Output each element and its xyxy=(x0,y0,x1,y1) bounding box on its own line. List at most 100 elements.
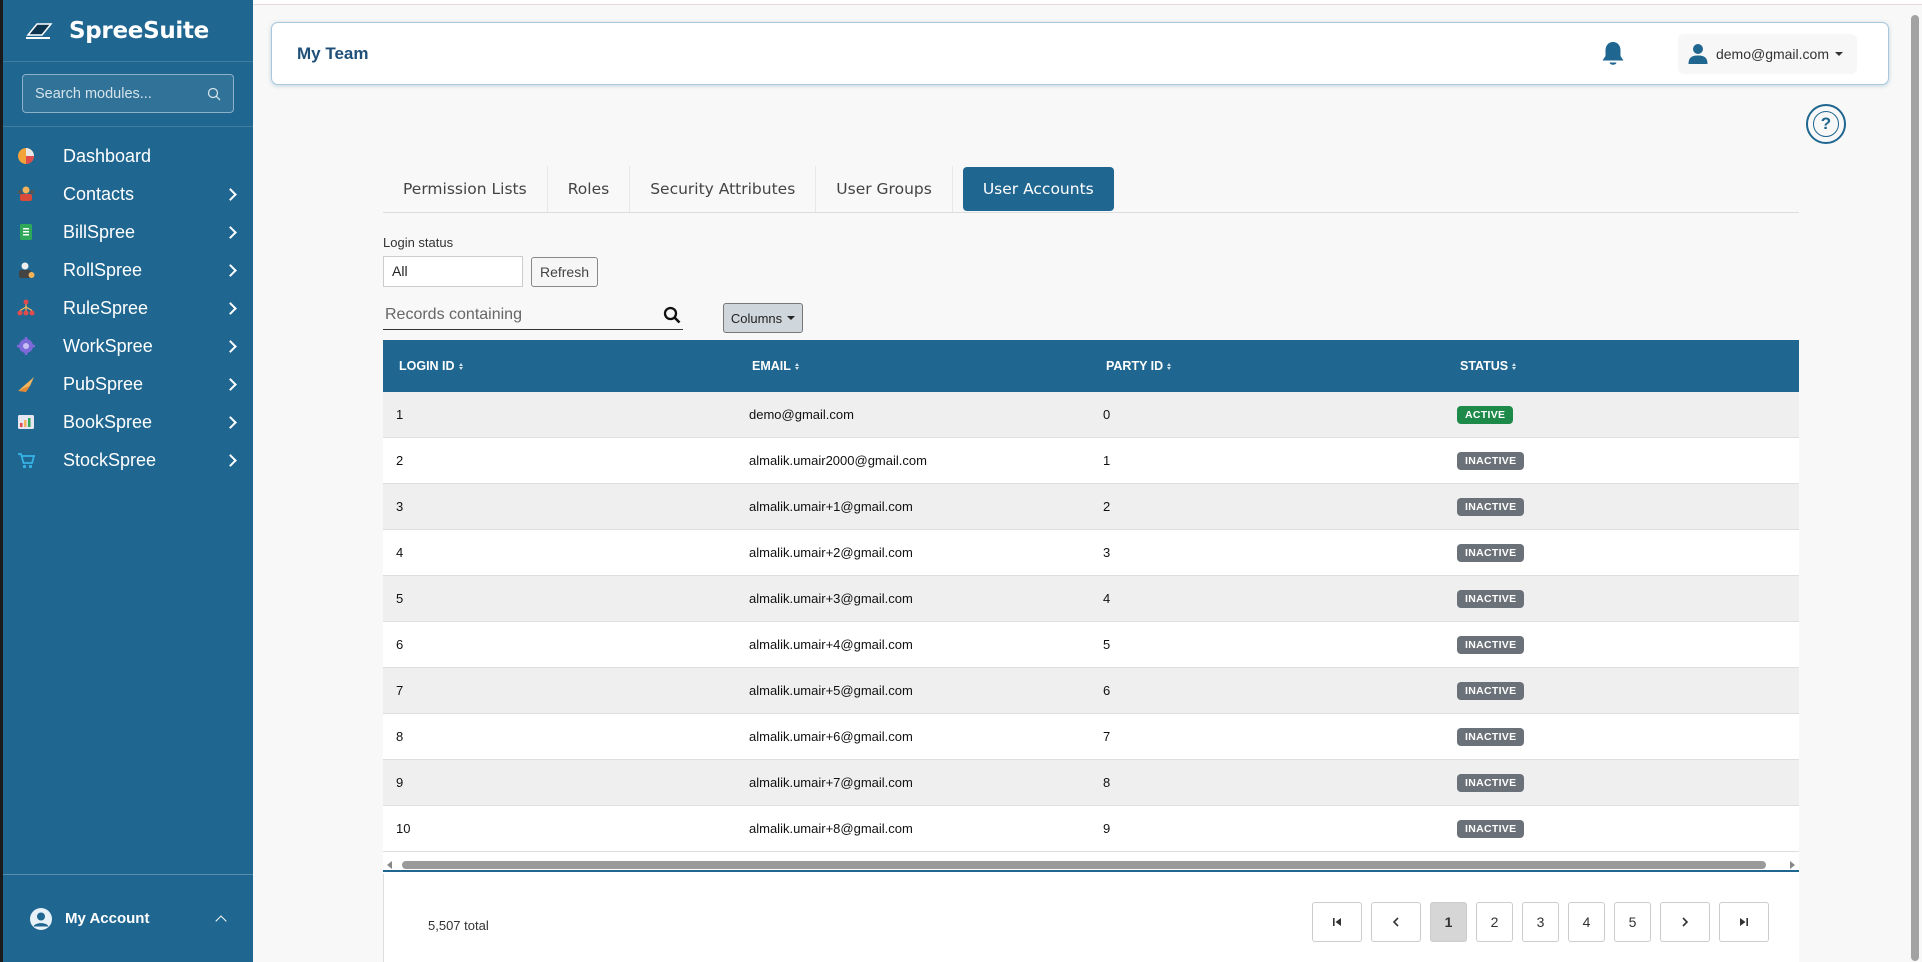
scroll-right-arrow-icon[interactable] xyxy=(1790,861,1795,869)
page-5-button[interactable]: 5 xyxy=(1614,902,1651,942)
rollspree-icon xyxy=(15,259,37,281)
cell-status: INACTIVE xyxy=(1444,543,1799,562)
sidebar-item-rollspree[interactable]: RollSpree xyxy=(3,251,253,289)
tab-security-attributes[interactable]: Security Attributes xyxy=(630,166,817,212)
sidebar-item-billspree[interactable]: BillSpree xyxy=(3,213,253,251)
chevron-right-icon xyxy=(224,263,237,277)
spreesuite-logo-icon xyxy=(26,22,53,39)
notification-bell-icon[interactable] xyxy=(1600,40,1626,68)
last-page-button[interactable] xyxy=(1719,902,1769,942)
page-3-button[interactable]: 3 xyxy=(1522,902,1559,942)
column-header-status[interactable]: STATUS xyxy=(1444,359,1799,373)
dashboard-pie-icon xyxy=(15,145,37,167)
cell-party-id: 5 xyxy=(1103,637,1111,652)
user-menu-dropdown[interactable]: demo@gmail.com xyxy=(1677,33,1857,74)
brand[interactable]: SpreeSuite xyxy=(3,0,253,62)
table-row[interactable]: 1 demo@gmail.com 0 ACTIVE xyxy=(383,392,1799,438)
status-badge: INACTIVE xyxy=(1457,773,1525,792)
sidebar-item-contacts[interactable]: Contacts xyxy=(3,175,253,213)
cell-login-id: 8 xyxy=(396,729,404,744)
tab-permission-lists[interactable]: Permission Lists xyxy=(383,166,548,212)
module-search-input[interactable]: Search modules... xyxy=(22,74,234,113)
next-page-button[interactable] xyxy=(1660,902,1710,942)
sidebar-item-bookspree[interactable]: BookSpree xyxy=(3,403,253,441)
status-badge: ACTIVE xyxy=(1457,405,1514,424)
first-page-button[interactable] xyxy=(1312,902,1362,942)
table-row[interactable]: 9 almalik.umair+7@gmail.com 8 INACTIVE xyxy=(383,760,1799,806)
tab-user-groups[interactable]: User Groups xyxy=(816,166,953,212)
cell-party-id: 0 xyxy=(1103,407,1111,422)
sort-icon[interactable] xyxy=(1167,362,1172,370)
table-footer: 5,507 total 12345 xyxy=(383,874,1799,962)
column-header-login-id[interactable]: LOGIN ID xyxy=(383,359,736,373)
brand-name: SpreeSuite xyxy=(69,17,209,44)
cell-status: INACTIVE xyxy=(1444,589,1799,608)
cell-login-id: 1 xyxy=(396,407,404,422)
user-email: demo@gmail.com xyxy=(1715,45,1829,62)
cell-party-id: 9 xyxy=(1103,821,1111,836)
cell-party-id: 2 xyxy=(1103,499,1111,514)
table-row[interactable]: 5 almalik.umair+3@gmail.com 4 INACTIVE xyxy=(383,576,1799,622)
cell-email: almalik.umair+6@gmail.com xyxy=(749,729,913,744)
sidebar-item-stockspree[interactable]: StockSpree xyxy=(3,441,253,479)
table-row[interactable]: 2 almalik.umair2000@gmail.com 1 INACTIVE xyxy=(383,438,1799,484)
horizontal-scrollbar[interactable] xyxy=(383,858,1799,872)
cell-email: almalik.umair+2@gmail.com xyxy=(749,545,913,560)
cell-login-id: 9 xyxy=(396,775,404,790)
account-avatar-icon xyxy=(30,907,52,930)
table-row[interactable]: 8 almalik.umair+6@gmail.com 7 INACTIVE xyxy=(383,714,1799,760)
cell-login-id: 3 xyxy=(396,499,404,514)
help-button[interactable]: ? xyxy=(1806,104,1846,144)
sidebar-item-pubspree[interactable]: PubSpree xyxy=(3,365,253,403)
page-1-button[interactable]: 1 xyxy=(1430,902,1467,942)
table-row[interactable]: 6 almalik.umair+4@gmail.com 5 INACTIVE xyxy=(383,622,1799,668)
table-row[interactable]: 4 almalik.umair+2@gmail.com 3 INACTIVE xyxy=(383,530,1799,576)
workspree-icon xyxy=(15,335,37,357)
table-row[interactable]: 7 almalik.umair+5@gmail.com 6 INACTIVE xyxy=(383,668,1799,714)
chevron-right-icon xyxy=(224,301,237,315)
sidebar-item-dashboard[interactable]: Dashboard xyxy=(3,137,253,175)
sidebar: SpreeSuite Search modules... Dashboard Co… xyxy=(0,0,253,962)
pubspree-icon xyxy=(15,373,37,395)
column-header-email[interactable]: EMAIL xyxy=(736,359,1090,373)
my-account-menu[interactable]: My Account xyxy=(3,874,253,962)
columns-dropdown-button[interactable]: Columns xyxy=(723,303,803,333)
previous-page-button[interactable] xyxy=(1371,902,1421,942)
cell-party-id: 1 xyxy=(1103,453,1111,468)
sidebar-item-label: RollSpree xyxy=(63,259,143,280)
page-vertical-scrollbar[interactable] xyxy=(1911,15,1919,961)
records-search-input[interactable]: Records containing xyxy=(383,300,683,330)
table-row[interactable]: 3 almalik.umair+1@gmail.com 2 INACTIVE xyxy=(383,484,1799,530)
table-row[interactable]: 10 almalik.umair+8@gmail.com 9 INACTIVE xyxy=(383,806,1799,852)
cell-party-id: 7 xyxy=(1103,729,1111,744)
sidebar-item-rulespree[interactable]: RuleSpree xyxy=(3,289,253,327)
cell-status: INACTIVE xyxy=(1444,819,1799,838)
scrollbar-thumb[interactable] xyxy=(402,861,1766,869)
search-icon[interactable] xyxy=(663,306,681,324)
cell-email: almalik.umair+8@gmail.com xyxy=(749,821,913,836)
cell-email: almalik.umair2000@gmail.com xyxy=(749,453,927,468)
scroll-left-arrow-icon[interactable] xyxy=(387,861,392,869)
sidebar-item-workspree[interactable]: WorkSpree xyxy=(3,327,253,365)
tab-bar: Permission Lists Roles Security Attributes… xyxy=(383,166,1799,213)
sort-icon[interactable] xyxy=(794,362,799,370)
contacts-icon xyxy=(15,183,37,205)
sort-icon[interactable] xyxy=(458,362,463,370)
tab-user-accounts[interactable]: User Accounts xyxy=(962,167,1114,211)
cell-login-id: 2 xyxy=(396,453,404,468)
refresh-button[interactable]: Refresh xyxy=(531,257,598,287)
cell-party-id: 4 xyxy=(1103,591,1111,606)
page-2-button[interactable]: 2 xyxy=(1476,902,1513,942)
page-4-button[interactable]: 4 xyxy=(1568,902,1605,942)
cell-email: almalik.umair+5@gmail.com xyxy=(749,683,913,698)
cell-login-id: 5 xyxy=(396,591,404,606)
tab-roles[interactable]: Roles xyxy=(548,166,631,212)
sidebar-item-label: Contacts xyxy=(63,183,135,204)
column-header-party-id[interactable]: PARTY ID xyxy=(1090,359,1444,373)
pagination: 12345 xyxy=(1303,902,1769,942)
chevron-right-icon xyxy=(224,339,237,353)
sort-icon[interactable] xyxy=(1512,362,1517,370)
caret-down-icon xyxy=(787,316,796,320)
login-status-select[interactable]: All xyxy=(383,256,523,287)
status-badge: INACTIVE xyxy=(1457,727,1525,746)
